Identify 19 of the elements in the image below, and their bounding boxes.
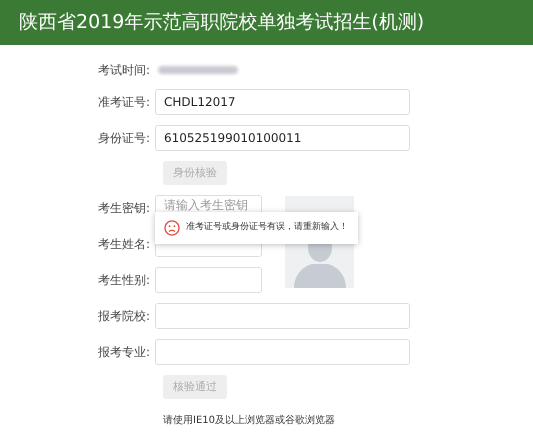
verify-button: 核验通过 xyxy=(163,375,227,399)
field-label: 准考证号: xyxy=(96,94,151,111)
field-label: 考生性别: xyxy=(96,272,151,289)
input-field[interactable] xyxy=(155,303,410,329)
sad-face-icon xyxy=(164,220,180,236)
field-label: 报考专业: xyxy=(96,344,151,361)
error-message: 准考证号或身份证号有误，请重新输入！ xyxy=(186,221,348,234)
field-label: 考生姓名: xyxy=(96,236,151,253)
browser-note: 请使用IE10及以上浏览器或谷歌浏览器 xyxy=(163,414,335,428)
verify-button: 身份核验 xyxy=(163,161,227,185)
input-field[interactable] xyxy=(155,339,410,365)
field-label: 报考院校: xyxy=(96,308,151,325)
input-field[interactable]: 610525199010100011 xyxy=(155,125,410,151)
field-label: 考试时间: xyxy=(96,62,151,79)
input-field[interactable]: CHDL12017 xyxy=(155,89,410,115)
page-title: 陕西省2019年示范高职院校单独考试招生(机测) xyxy=(19,10,424,36)
field-label: 考生密钥: xyxy=(96,200,151,217)
input-field[interactable] xyxy=(155,267,262,293)
field-label: 身份证号: xyxy=(96,130,151,147)
